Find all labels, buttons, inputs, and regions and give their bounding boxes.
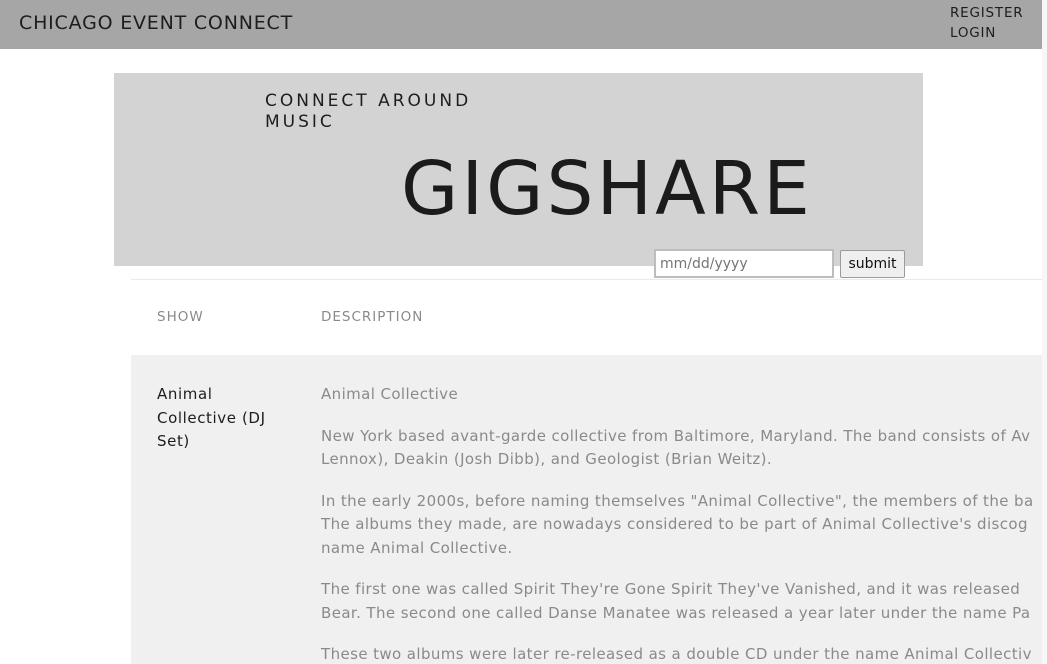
table-row: Animal Collective (DJ Set) Animal Collec… [131,355,1042,664]
description-line: The albums they made, are nowadays consi… [321,515,1028,533]
column-header-description: DESCRIPTION [321,309,424,325]
login-link[interactable]: LOGIN [950,25,996,41]
description-line: New York based avant-garde collective fr… [321,426,1031,445]
description-paragraph: In the early 2000s, before naming themse… [321,490,1042,561]
description-paragraph: These two albums were later re-released … [321,643,1042,664]
hero-tagline: CONNECT AROUND MUSIC [265,91,472,132]
brand-heading: GIGSHARE [401,146,813,232]
table-header: SHOW DESCRIPTION [131,279,1042,357]
show-name[interactable]: Animal Collective (DJ Set) [157,383,282,454]
date-input[interactable] [654,249,834,278]
page-scrollbar-track[interactable] [1042,0,1047,664]
description-line: Lennox), Deakin (Josh Dibb), and Geologi… [321,450,773,468]
hero-banner: CONNECT AROUND MUSIC GIGSHARE [114,73,923,266]
description-line: In the early 2000s, before naming themse… [321,491,1034,510]
description-paragraph: The first one was called Spirit They're … [321,578,1042,625]
description-line: Animal Collective [321,385,459,403]
description-line: Bear. The second one called Danse Manate… [321,603,1031,622]
register-link[interactable]: REGISTER [950,5,1023,21]
show-description: Animal Collective New York based avant-g… [321,383,1042,664]
description-line: The first one was called Spirit They're … [321,580,1021,598]
submit-button[interactable]: submit [840,250,905,278]
description-line: These two albums were later re-released … [321,645,1032,663]
top-navbar: CHICAGO EVENT CONNECT REGISTER LOGIN [0,0,1042,49]
description-paragraph: New York based avant-garde collective fr… [321,425,1042,472]
column-header-show: SHOW [157,309,204,325]
description-line: name Animal Collective. [321,538,513,557]
description-paragraph: Animal Collective [321,383,1042,407]
site-title[interactable]: CHICAGO EVENT CONNECT [19,12,293,34]
